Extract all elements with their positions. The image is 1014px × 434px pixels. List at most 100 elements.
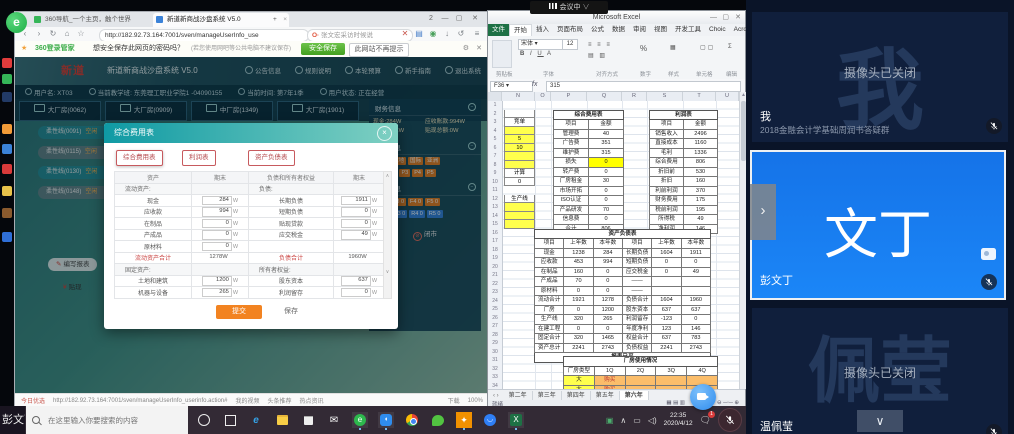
column-header[interactable]: S [647,92,683,101]
cell[interactable] [504,220,535,229]
cell[interactable]: 在制品 [535,267,564,277]
row-number[interactable]: 19 [488,254,502,263]
styles-button[interactable]: ▦ [670,44,678,51]
cell[interactable]: 1921 [564,296,593,306]
ribbon-tab[interactable]: 审阅 [629,24,650,36]
value-input[interactable]: 1200 [202,276,232,286]
cell[interactable]: 0 [593,277,622,287]
row-number[interactable]: 33 [488,373,502,382]
cell[interactable]: 2743 [681,343,710,353]
cell[interactable]: 流动合计 [535,296,564,306]
row-number[interactable]: 24 [488,297,502,306]
mic-muted-icon[interactable] [986,118,1002,134]
value-input[interactable]: 49 [341,230,371,240]
task-view-button[interactable] [222,412,238,428]
modal-tab[interactable]: 综合费用表 [116,150,163,166]
submit-button[interactable]: 提交 [216,305,262,319]
row-number[interactable]: 28 [488,331,502,340]
cell[interactable]: 0 [589,196,624,206]
meeting-status-pill[interactable]: 会议中 ∨ [530,1,608,14]
mail-icon[interactable]: ✉ [326,412,342,428]
cell[interactable]: 0 [681,315,710,325]
row-number[interactable]: 21 [488,271,502,280]
favorites-star-icon[interactable]: ★ [21,41,27,57]
cell[interactable]: 0 [504,178,535,187]
tab-close-icon[interactable]: × [283,13,287,27]
collapse-tiles-button[interactable]: ∨ [857,410,903,432]
close-button[interactable]: ✕ [735,11,741,24]
sheet-tab[interactable]: 第二年 [504,391,533,401]
cell[interactable]: 负债权益 [622,343,651,353]
row-number[interactable]: 11 [488,186,502,195]
cell[interactable]: 管理费 [554,129,589,139]
cell[interactable]: 竞单 [504,118,535,127]
row-number[interactable]: 12 [488,195,502,204]
cell[interactable]: 320 [564,334,593,344]
ribbon-tab[interactable]: 文件 [488,24,509,36]
cell[interactable]: 维护费 [554,148,589,158]
hot-news-link[interactable]: 热点资讯 [300,396,324,405]
column-header[interactable]: T [683,92,716,101]
cell[interactable]: 123 [652,324,681,334]
start-area-name-overlay[interactable]: 彭文丁 [0,406,25,434]
video-tile-wen[interactable]: 佩莹 摄像头已关闭 温佩莹 ∨ [752,308,1008,434]
value-input[interactable]: 1278W [209,254,229,262]
hidden-icons-chevron[interactable]: ∧ [620,416,626,425]
cell[interactable]: 购买 [594,376,625,386]
cell[interactable]: 0 [593,286,622,296]
sum-button[interactable]: Σ [728,44,734,50]
row-number[interactable]: 22 [488,280,502,289]
font-style-buttons[interactable]: B I U A [520,51,553,57]
cell[interactable]: 0 [589,215,624,225]
taskbar-search-input[interactable] [26,406,188,434]
tim-icon[interactable]: ✦ [456,412,472,428]
cell[interactable]: 厂房 [535,305,564,315]
mic-muted-icon[interactable] [981,274,997,290]
cell[interactable]: 994 [593,258,622,268]
value-input[interactable]: 0 [202,230,232,240]
cell[interactable]: 股东资本 [622,305,651,315]
font-name-select[interactable]: 宋体 ▾ [518,39,564,50]
cell[interactable]: 70 [589,205,624,215]
row-number[interactable]: 4 [488,127,502,136]
desktop-icon[interactable] [2,186,12,196]
cell[interactable]: 783 [681,334,710,344]
cell[interactable]: 49 [684,215,718,225]
cell[interactable]: 1960 [681,296,710,306]
cell[interactable] [681,277,710,287]
store-icon[interactable] [300,412,316,428]
notify-settings-gear-icon[interactable]: ⚙ [463,41,469,57]
url-input[interactable]: http://182.92.73.164:7001/sven/manageUse… [99,29,309,42]
header-cell[interactable]: 本年数 [681,239,710,249]
value-input[interactable]: 265 [202,288,232,298]
cells-button[interactable]: ▢▢ [700,44,715,51]
cell[interactable]: 1278 [593,296,622,306]
value-input[interactable]: 0 [341,288,371,298]
number-format-button[interactable]: % [640,44,649,53]
row-number[interactable]: 27 [488,322,502,331]
save-button[interactable]: 保存 [276,305,306,319]
font-size-select[interactable]: 12 [562,39,578,50]
cell[interactable]: 49 [681,267,710,277]
value-input[interactable]: 0 [341,219,371,229]
panel-expand-button[interactable]: › [750,184,776,240]
row-number[interactable]: 7 [488,152,502,161]
cell[interactable]: 10 [504,144,535,153]
cell[interactable]: 损失 [554,158,589,168]
cell[interactable] [681,286,710,296]
ribbon-tab[interactable]: 开发工具 [671,24,705,36]
cell[interactable]: 1200 [593,305,622,315]
column-header[interactable]: U [716,92,739,101]
cell[interactable]: 固定合计 [535,334,564,344]
menu-icon[interactable]: ≡ [471,28,483,40]
excel-taskbar-icon[interactable]: X [508,412,524,428]
value-input[interactable]: 1911 [341,196,371,206]
cell[interactable]: 1911 [681,248,710,258]
wechat-icon[interactable] [430,412,446,428]
meeting-float-ball[interactable] [690,384,716,410]
cell[interactable]: 0 [564,286,593,296]
desktop-icon[interactable] [2,164,12,174]
headlines-link[interactable]: 头条推荐 [268,396,292,405]
cell[interactable]: 370 [684,186,718,196]
download-icon[interactable]: ↓ [441,28,453,40]
